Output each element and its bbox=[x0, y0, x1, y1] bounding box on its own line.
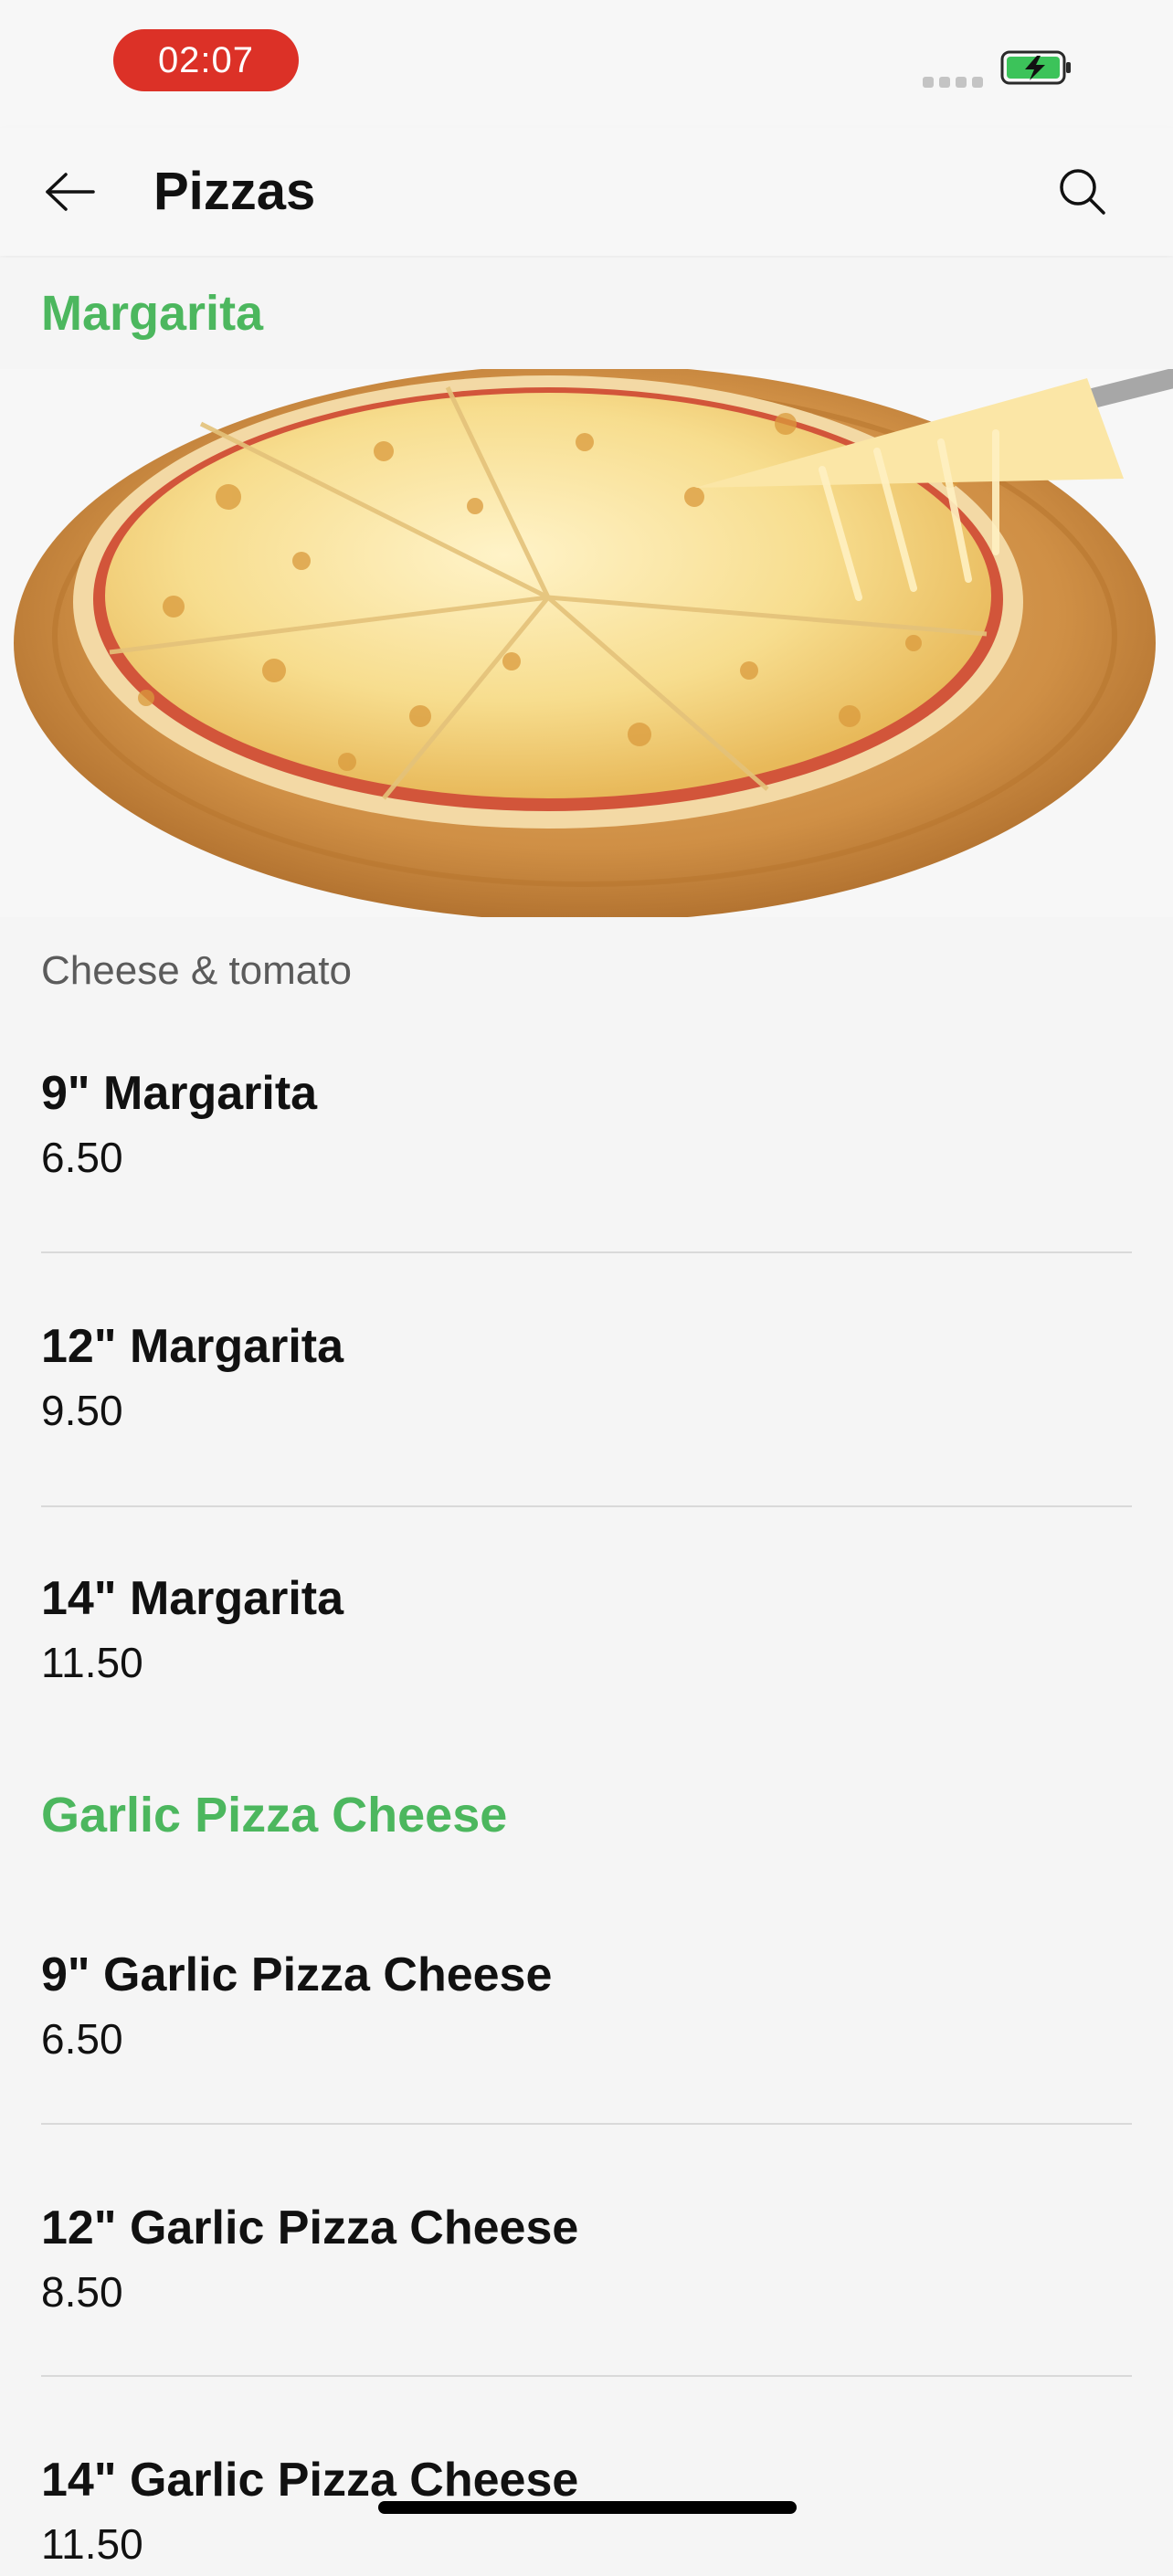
status-bar: 02:07 bbox=[0, 0, 1173, 128]
menu-item-price: 8.50 bbox=[41, 2268, 123, 2316]
divider bbox=[41, 2375, 1132, 2377]
status-time: 02:07 bbox=[113, 29, 299, 91]
arrow-left-icon bbox=[46, 173, 95, 211]
divider bbox=[41, 1505, 1132, 1507]
menu-item-name: 12" Margarita bbox=[41, 1320, 344, 1373]
divider bbox=[41, 1251, 1132, 1253]
menu-item[interactable]: 12" Garlic Pizza Cheese 8.50 bbox=[41, 2196, 1132, 2324]
section-description: Cheese & tomato bbox=[41, 948, 352, 993]
menu-item-name: 9" Margarita bbox=[41, 1067, 318, 1120]
menu-item-name: 12" Garlic Pizza Cheese bbox=[41, 2201, 579, 2254]
menu-item-name: 14" Margarita bbox=[41, 1572, 344, 1625]
page-title: Pizzas bbox=[153, 162, 316, 221]
search-icon bbox=[1060, 169, 1105, 215]
menu-item-price: 9.50 bbox=[41, 1387, 123, 1434]
menu-item-name: 9" Garlic Pizza Cheese bbox=[41, 1948, 553, 2001]
signal-dots-icon bbox=[923, 77, 983, 88]
section-title-garlic-pizza-cheese: Garlic Pizza Cheese bbox=[41, 1788, 508, 1842]
menu-item[interactable]: 14" Margarita 11.50 bbox=[41, 1567, 1132, 1694]
battery-charging-icon bbox=[1000, 50, 1071, 85]
menu-item-price: 11.50 bbox=[41, 1639, 143, 1686]
app-header: Pizzas bbox=[0, 128, 1173, 256]
section-title-margarita: Margarita bbox=[41, 286, 264, 341]
menu-list: Margarita Cheese & tomato 9" Margarita 6… bbox=[0, 258, 1173, 2568]
divider bbox=[41, 2123, 1132, 2125]
menu-item[interactable]: 9" Garlic Pizza Cheese 6.50 bbox=[41, 1943, 1132, 2071]
menu-item[interactable]: 9" Margarita 6.50 bbox=[41, 1061, 1132, 1189]
back-button[interactable] bbox=[26, 157, 113, 227]
menu-item-price: 11.50 bbox=[41, 2520, 143, 2568]
margarita-pizza-photo bbox=[0, 369, 1173, 917]
menu-item-price: 6.50 bbox=[41, 1134, 123, 1181]
home-indicator[interactable] bbox=[378, 2501, 797, 2514]
search-button[interactable] bbox=[1041, 155, 1124, 228]
menu-item-price: 6.50 bbox=[41, 2015, 123, 2063]
menu-item[interactable]: 12" Margarita 9.50 bbox=[41, 1314, 1132, 1442]
